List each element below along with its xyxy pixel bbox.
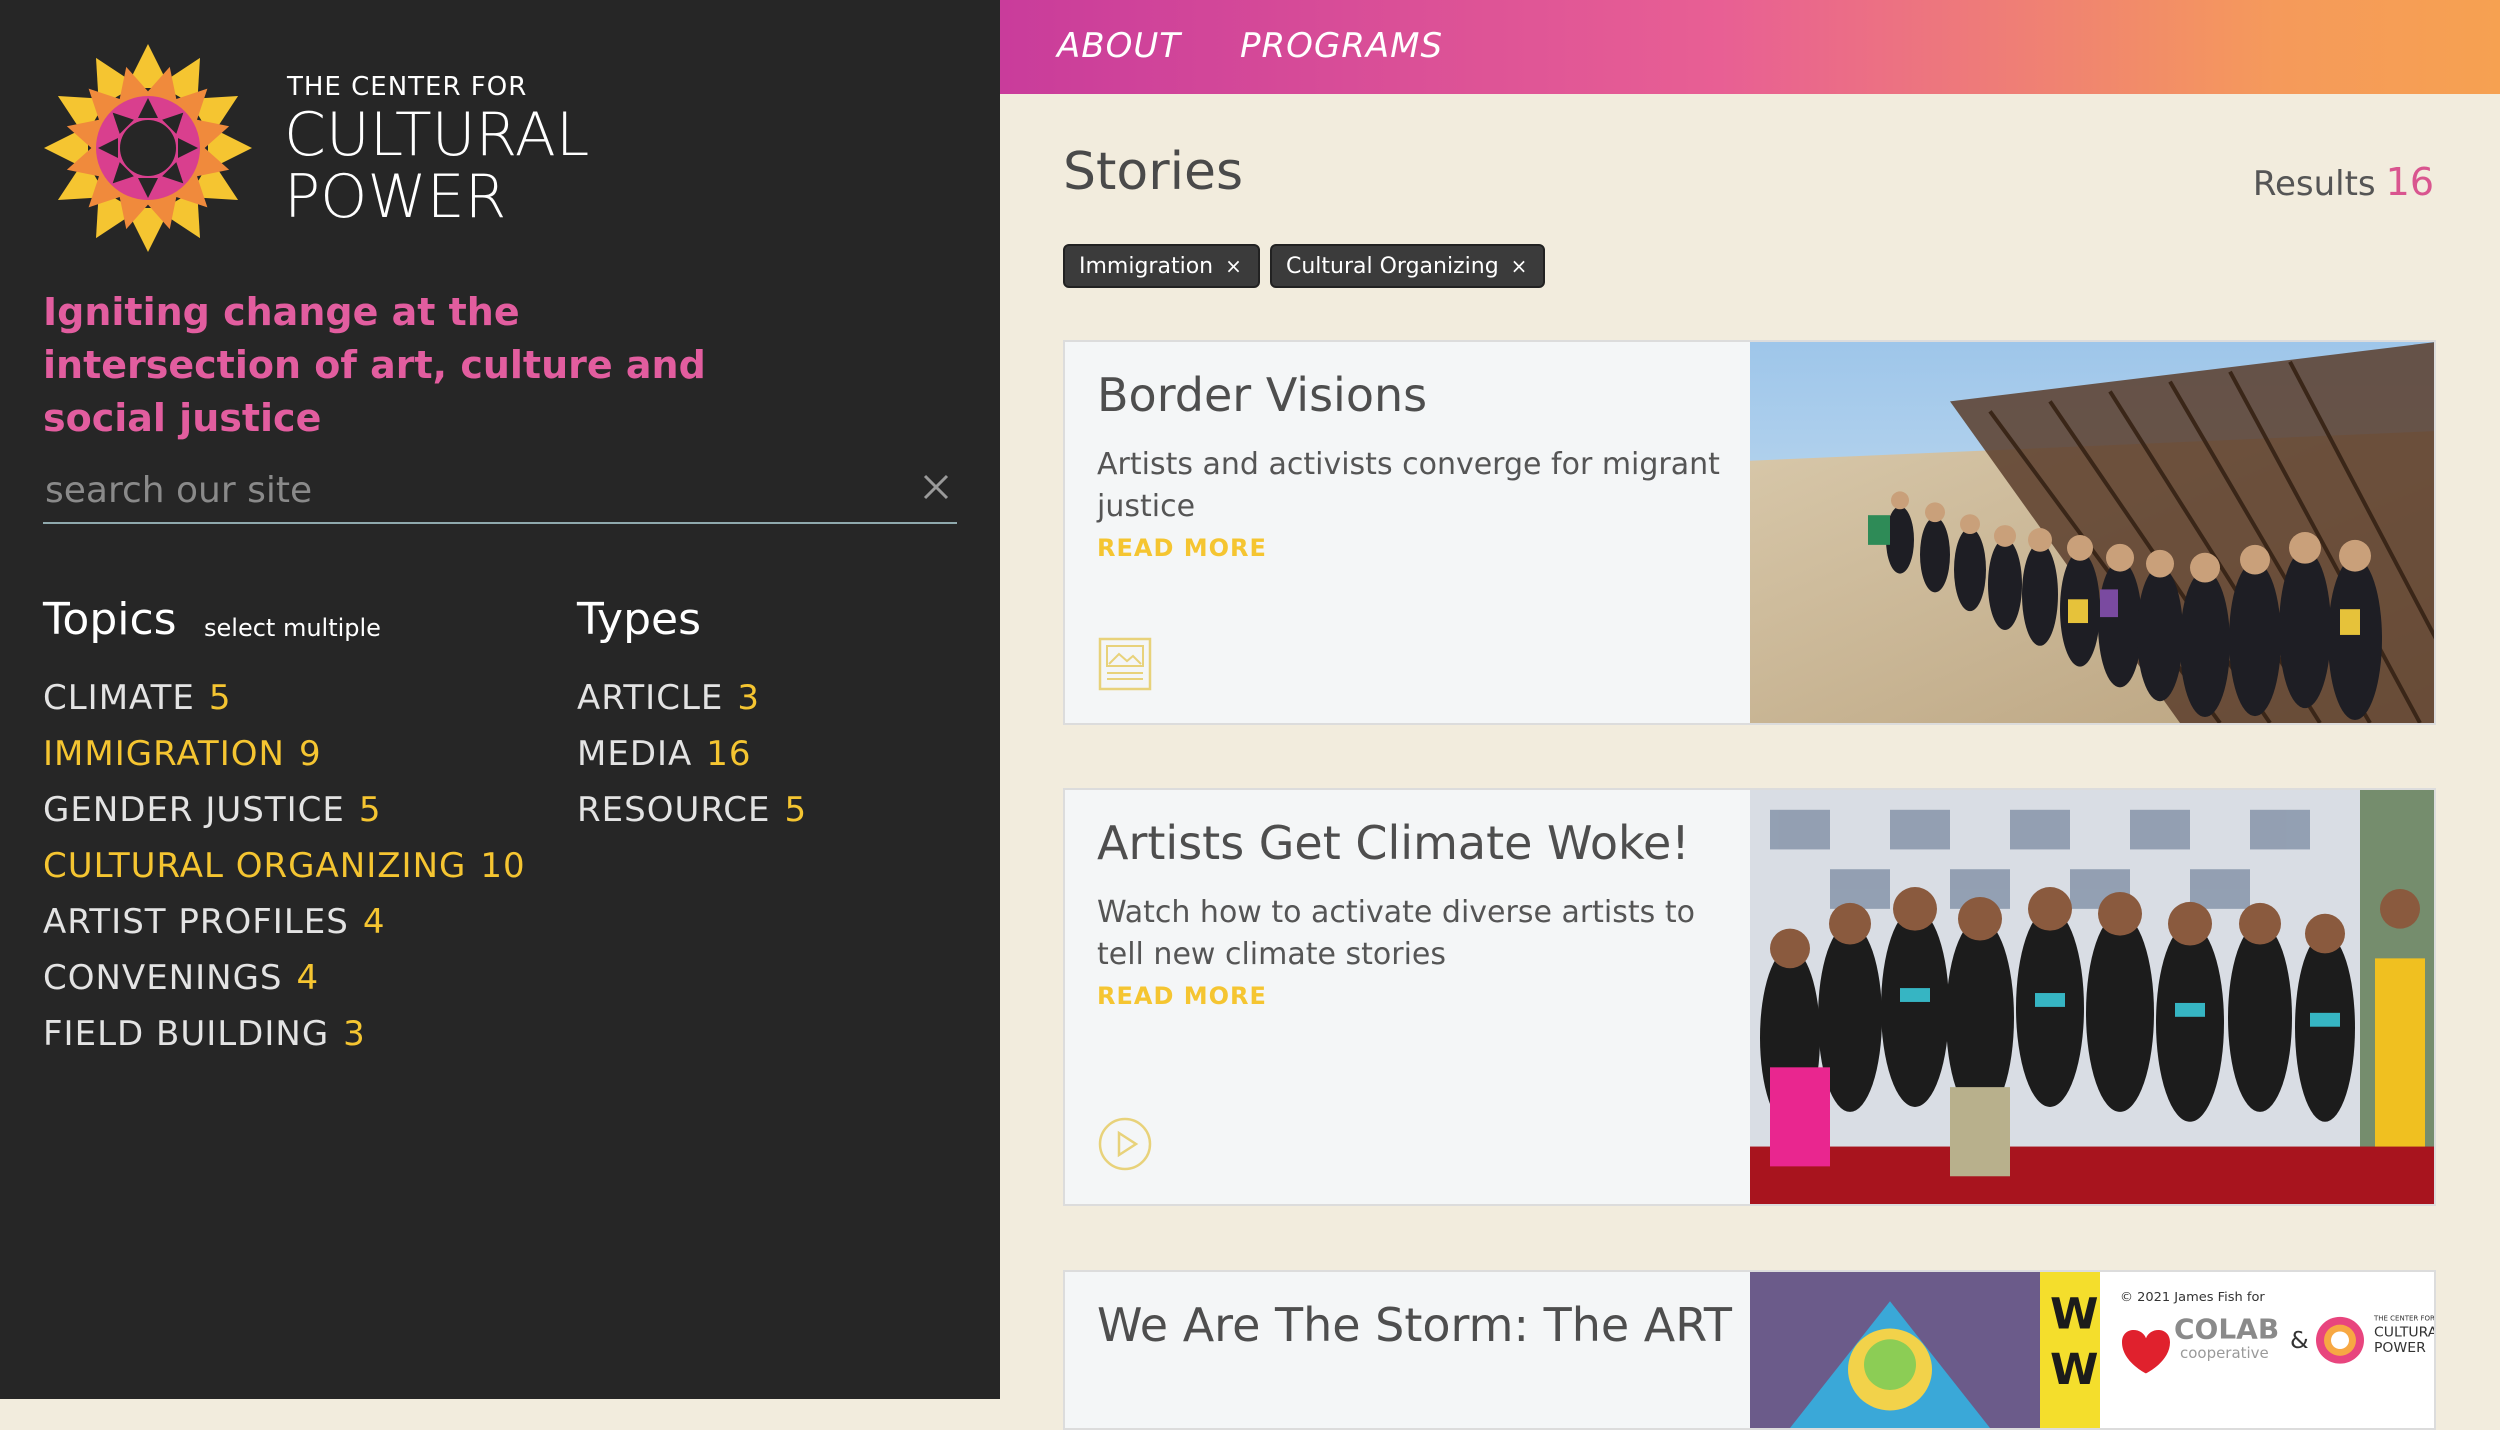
results-label: Results: [2252, 164, 2376, 204]
type-label: MEDIA: [577, 734, 693, 774]
topic-gender-justice[interactable]: GENDER JUSTICE 5: [43, 786, 526, 842]
storm-art-poster-image[interactable]: WHY WE © 2021 James Fish for COLAB coope…: [1750, 1272, 2436, 1428]
story-card[interactable]: Border Visions Artists and activists con…: [1063, 340, 2436, 725]
topic-climate[interactable]: CLIMATE 5: [43, 674, 526, 730]
story-text: We Are The Storm: The ART: [1097, 1300, 1737, 1374]
topic-label: IMMIGRATION: [43, 734, 285, 774]
topic-count: 10: [480, 846, 526, 886]
story-text: Artists Get Climate Woke! Watch how to a…: [1097, 818, 1737, 1010]
story-title[interactable]: We Are The Storm: The ART: [1097, 1300, 1737, 1350]
topic-artist-profiles[interactable]: ARTIST PROFILES 4: [43, 898, 526, 954]
topic-label: GENDER JUSTICE: [43, 790, 345, 830]
ccp-line-2: POWER: [2374, 1340, 2426, 1356]
results-count: Results 16: [2253, 160, 2434, 204]
read-more-link[interactable]: READ MORE: [1097, 982, 1267, 1010]
remove-chip-icon[interactable]: ×: [1225, 254, 1242, 278]
story-card[interactable]: We Are The Storm: The ART WHY WE © 2021 …: [1063, 1270, 2436, 1430]
topic-label: ARTIST PROFILES: [43, 902, 349, 942]
article-icon: [1098, 637, 1152, 691]
types-list: ARTICLE 3 MEDIA 16 RESOURCE 5: [577, 674, 807, 842]
brand-line-2: POWER: [284, 162, 507, 232]
topic-cultural-organizing[interactable]: CULTURAL ORGANIZING 10: [43, 842, 526, 898]
select-multiple-hint: select multiple: [204, 614, 381, 642]
type-count: 5: [784, 790, 808, 830]
ampersand: &: [2290, 1326, 2309, 1354]
story-text: Border Visions Artists and activists con…: [1097, 370, 1737, 562]
type-count: 16: [706, 734, 752, 774]
type-label: ARTICLE: [577, 678, 724, 718]
read-more-link[interactable]: READ MORE: [1097, 534, 1267, 562]
brand-prefix: THE CENTER FOR: [287, 72, 528, 102]
topic-label: CULTURAL ORGANIZING: [43, 846, 467, 886]
type-media[interactable]: MEDIA 16: [577, 730, 807, 786]
story-card[interactable]: Artists Get Climate Woke! Watch how to a…: [1063, 788, 2436, 1206]
climate-woke-group-photo[interactable]: [1750, 790, 2436, 1204]
brand-name[interactable]: CULTURAL POWER: [284, 104, 589, 228]
topic-label: CONVENINGS: [43, 958, 283, 998]
ccp-line-1: CULTURAL: [2374, 1325, 2436, 1341]
close-icon[interactable]: [921, 472, 951, 502]
topic-count: 3: [343, 1014, 366, 1054]
topic-count: 9: [298, 734, 322, 774]
search-bar: [43, 458, 957, 524]
topic-immigration[interactable]: IMMIGRATION 9: [43, 730, 526, 786]
brand-line-1: CULTURAL: [284, 100, 590, 170]
types-heading: Types: [577, 594, 701, 645]
topic-label: FIELD BUILDING: [43, 1014, 330, 1054]
nav-about[interactable]: ABOUT: [1057, 26, 1181, 66]
search-input[interactable]: [43, 464, 867, 516]
type-resource[interactable]: RESOURCE 5: [577, 786, 807, 842]
play-icon: [1098, 1117, 1152, 1171]
type-label: RESOURCE: [577, 790, 771, 830]
photo-credit: © 2021 James Fish for: [2120, 1290, 2265, 1305]
results-number: 16: [2385, 160, 2434, 204]
story-title[interactable]: Artists Get Climate Woke!: [1097, 818, 1737, 868]
topic-convenings[interactable]: CONVENINGS 4: [43, 954, 526, 1010]
top-nav: ABOUT PROGRAMS: [1000, 0, 2500, 94]
topic-count: 5: [358, 790, 382, 830]
tagline: Igniting change at the intersection of a…: [43, 290, 706, 440]
sidebar: THE CENTER FOR CULTURAL POWER Igniting c…: [0, 0, 1000, 1399]
topic-count: 4: [296, 958, 320, 998]
colab-sub-text: cooperative: [2180, 1345, 2269, 1362]
type-article[interactable]: ARTICLE 3: [577, 674, 807, 730]
chip-label: Cultural Organizing: [1286, 254, 1499, 279]
topic-count: 5: [208, 678, 232, 718]
filter-chip-immigration[interactable]: Immigration ×: [1063, 244, 1260, 288]
type-count: 3: [737, 678, 761, 718]
topics-heading: Topics: [43, 594, 177, 645]
filter-chip-cultural-organizing[interactable]: Cultural Organizing ×: [1270, 244, 1546, 288]
colab-logo-text: COLAB: [2174, 1313, 2279, 1346]
remove-chip-icon[interactable]: ×: [1511, 254, 1528, 278]
topic-count: 4: [362, 902, 386, 942]
topic-label: CLIMATE: [43, 678, 195, 718]
story-title[interactable]: Border Visions: [1097, 370, 1737, 420]
chip-label: Immigration: [1079, 254, 1214, 279]
border-fence-photo[interactable]: [1750, 342, 2436, 723]
story-description: Watch how to activate diverse artists to…: [1097, 895, 1695, 972]
page-title: Stories: [1063, 142, 1244, 202]
story-description: Artists and activists converge for migra…: [1097, 447, 1720, 524]
topics-list: CLIMATE 5 IMMIGRATION 9 GENDER JUSTICE 5 CU…: [43, 674, 526, 1066]
topic-field-building[interactable]: FIELD BUILDING 3: [43, 1010, 526, 1066]
ccp-small-text: THE CENTER FOR: [2373, 1315, 2435, 1323]
logo-mandala-icon[interactable]: [40, 40, 256, 256]
nav-programs[interactable]: PROGRAMS: [1240, 26, 1443, 66]
